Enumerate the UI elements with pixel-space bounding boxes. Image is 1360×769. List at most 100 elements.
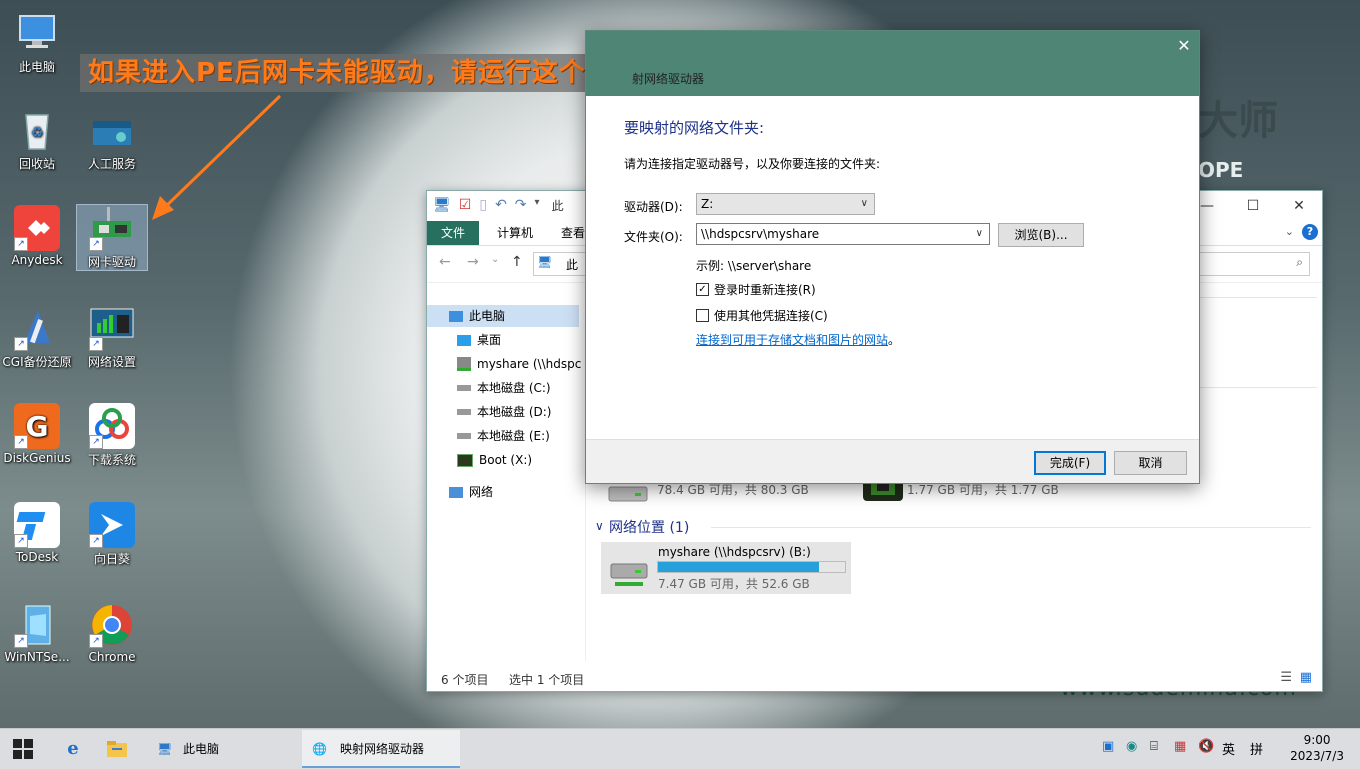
forward-arrow-icon[interactable]: → (467, 254, 479, 270)
monitor-icon (14, 10, 60, 56)
nav-item-myshare[interactable]: myshare (\\hdspc (457, 353, 581, 375)
todesk-icon: ↗ (14, 502, 60, 548)
ribbon-expand-icon[interactable]: ⌄ (1285, 225, 1294, 238)
maximize-button[interactable]: ☐ (1230, 191, 1276, 221)
desktop-icon-download-system[interactable]: ↗ 下载系统 (77, 403, 147, 468)
tray-app-icon[interactable]: ▣ (1102, 739, 1114, 754)
finish-button[interactable]: 完成(F) (1034, 451, 1106, 475)
nav-item-drive-d[interactable]: 本地磁盘 (D:) (457, 401, 551, 423)
ime-mode-indicator[interactable]: 拼 (1250, 739, 1263, 758)
monitor-icon (449, 310, 463, 322)
annotation-arrow-icon (152, 94, 282, 220)
back-arrow-icon[interactable]: ← (439, 254, 451, 270)
desktop-icon-sunlogin[interactable]: ↗ 向日葵 (77, 502, 147, 567)
desktop-icon-anydesk[interactable]: ↗ Anydesk (2, 205, 72, 267)
svg-text:G: G (26, 410, 49, 443)
clock-date: 2023/7/3 (1290, 749, 1344, 763)
tray-eye-icon[interactable]: ◉ (1126, 739, 1137, 754)
shortcut-arrow-icon: ↗ (89, 435, 103, 449)
new-folder-icon[interactable]: ▯ (479, 197, 487, 214)
help-icon[interactable]: ? (1302, 224, 1318, 240)
desktop-icon-nic-driver[interactable]: ↗ 网卡驱动 (76, 204, 148, 271)
desktop-icon-this-pc[interactable]: 此电脑 (2, 10, 72, 75)
internet-explorer-icon[interactable]: e (58, 735, 88, 763)
nav-item-this-pc[interactable]: 此电脑 (427, 305, 579, 327)
dialog-heading: 要映射的网络文件夹: (624, 119, 765, 137)
network-drive-icon: 🌐 (312, 742, 327, 756)
reconnect-checkbox[interactable]: ✓ 登录时重新连接(R) (696, 281, 816, 298)
desktop-icon-label: 人工服务 (87, 157, 136, 171)
chevron-down-icon: ∨ (975, 228, 983, 239)
drive-letter-select[interactable]: Z: ∨ (696, 193, 875, 215)
storage-website-link[interactable]: 连接到可用于存储文档和图片的网站。 (696, 331, 900, 348)
divider (711, 527, 1311, 528)
quick-access-toolbar: 🖥 ☑ ▯ ↶ ↷ ▾ 此 (433, 197, 564, 214)
nav-item-network[interactable]: 网络 (449, 481, 493, 503)
cancel-button[interactable]: 取消 (1114, 451, 1187, 475)
desktop-icon-label: 网卡驱动 (87, 255, 136, 269)
desktop-icon-support[interactable]: 人工服务 (77, 107, 147, 172)
shortcut-arrow-icon: ↗ (89, 534, 103, 548)
computer-icon: 🖥 (537, 255, 553, 269)
checkbox-box[interactable] (696, 309, 709, 322)
desktop-icon-winntsetup[interactable]: ↗ WinNTSe... (2, 602, 72, 664)
desktop-icon-diskgenius[interactable]: G ↗ DiskGenius (2, 403, 72, 465)
nav-item-boot[interactable]: Boot (X:) (457, 449, 532, 471)
anydesk-icon: ↗ (14, 205, 60, 251)
tab-file[interactable]: 文件 (427, 221, 480, 245)
network-icon (449, 486, 463, 498)
checkbox-box[interactable]: ✓ (696, 283, 709, 296)
shortcut-arrow-icon: ↗ (14, 237, 28, 251)
desktop-icon-todesk[interactable]: ↗ ToDesk (2, 502, 72, 564)
network-share-tile[interactable]: myshare (\\hdspcsrv) (B:) 7.47 GB 可用，共 5… (601, 542, 851, 594)
collapse-chevron-icon[interactable]: ∨ (595, 519, 604, 533)
share-usage-bar (657, 561, 846, 573)
shortcut-arrow-icon: ↗ (14, 337, 28, 351)
redo-icon[interactable]: ↷ (515, 197, 527, 214)
dialog-close-button[interactable]: ✕ (1169, 31, 1199, 61)
taskbar-clock[interactable]: 9:00 2023/7/3 (1290, 732, 1344, 764)
browse-button[interactable]: 浏览(B)... (998, 223, 1084, 247)
monitor-icon: 🖥 (157, 742, 173, 756)
up-arrow-icon[interactable]: ↑ (511, 254, 523, 270)
dialog-footer: 完成(F) 取消 (586, 439, 1199, 483)
status-bar: 6 个项目 选中 1 个项目 ☰ ▦ (427, 665, 1322, 691)
tray-volume-muted-icon[interactable]: 🔇 (1198, 739, 1214, 754)
properties-icon[interactable]: ☑ (459, 197, 472, 214)
details-view-icon[interactable]: ☰ (1280, 670, 1292, 685)
status-selected-count: 选中 1 个项目 (509, 673, 585, 687)
customize-toolbar-icon[interactable]: ▾ (535, 197, 540, 214)
undo-icon[interactable]: ↶ (495, 197, 507, 214)
computer-icon: 🖥 (433, 197, 451, 213)
nav-item-desktop[interactable]: 桌面 (457, 329, 501, 351)
taskbar-item-this-pc[interactable]: 🖥 此电脑 (145, 730, 300, 768)
tab-computer[interactable]: 计算机 (483, 221, 547, 245)
recent-locations-icon[interactable]: ⌄ (491, 254, 499, 265)
windows-logo-icon (13, 739, 33, 759)
sunlogin-icon: ↗ (89, 502, 135, 548)
nav-item-drive-c[interactable]: 本地磁盘 (C:) (457, 377, 551, 399)
desktop-icon-cgi-backup[interactable]: ↗ CGI备份还原 (2, 305, 72, 370)
annotation-banner: 如果进入PE后网卡未能驱动，请运行这个。 (80, 54, 621, 92)
desktop-icon-network-settings[interactable]: ↗ 网络设置 (77, 305, 147, 370)
start-button[interactable] (8, 735, 38, 763)
drive-label: 驱动器(D): (624, 200, 683, 214)
desktop-icon-chrome[interactable]: ↗ Chrome (77, 602, 147, 664)
map-network-drive-dialog: ✕ 射网络驱动器 要映射的网络文件夹: 请为连接指定驱动器号，以及你要连接的文件… (585, 30, 1200, 484)
share-size-text: 7.47 GB 可用，共 52.6 GB (658, 577, 810, 591)
tray-display-icon[interactable]: ▦ (1174, 739, 1186, 754)
tray-network-icon[interactable]: ⌸ (1150, 739, 1158, 754)
taskbar-item-map-drive[interactable]: 🌐 映射网络驱动器 (302, 730, 460, 768)
folder-label: 文件夹(O): (624, 230, 683, 244)
search-input[interactable]: ⌕ (1188, 252, 1310, 276)
large-icons-view-icon[interactable]: ▦ (1300, 670, 1312, 685)
folder-input[interactable]: \\hdspcsrv\myshare ∨ (696, 223, 990, 245)
file-explorer-icon[interactable] (102, 735, 132, 763)
group-header-network-locations[interactable]: 网络位置 (1) (609, 517, 689, 537)
close-button[interactable]: ✕ (1276, 191, 1322, 221)
other-credentials-checkbox[interactable]: 使用其他凭据连接(C) (696, 307, 828, 324)
desktop-icon-recycle-bin[interactable]: ♻ 回收站 (2, 107, 72, 172)
cgi-tool-icon: ↗ (14, 305, 60, 351)
ime-language-indicator[interactable]: 英 (1222, 739, 1235, 758)
nav-item-drive-e[interactable]: 本地磁盘 (E:) (457, 425, 550, 447)
